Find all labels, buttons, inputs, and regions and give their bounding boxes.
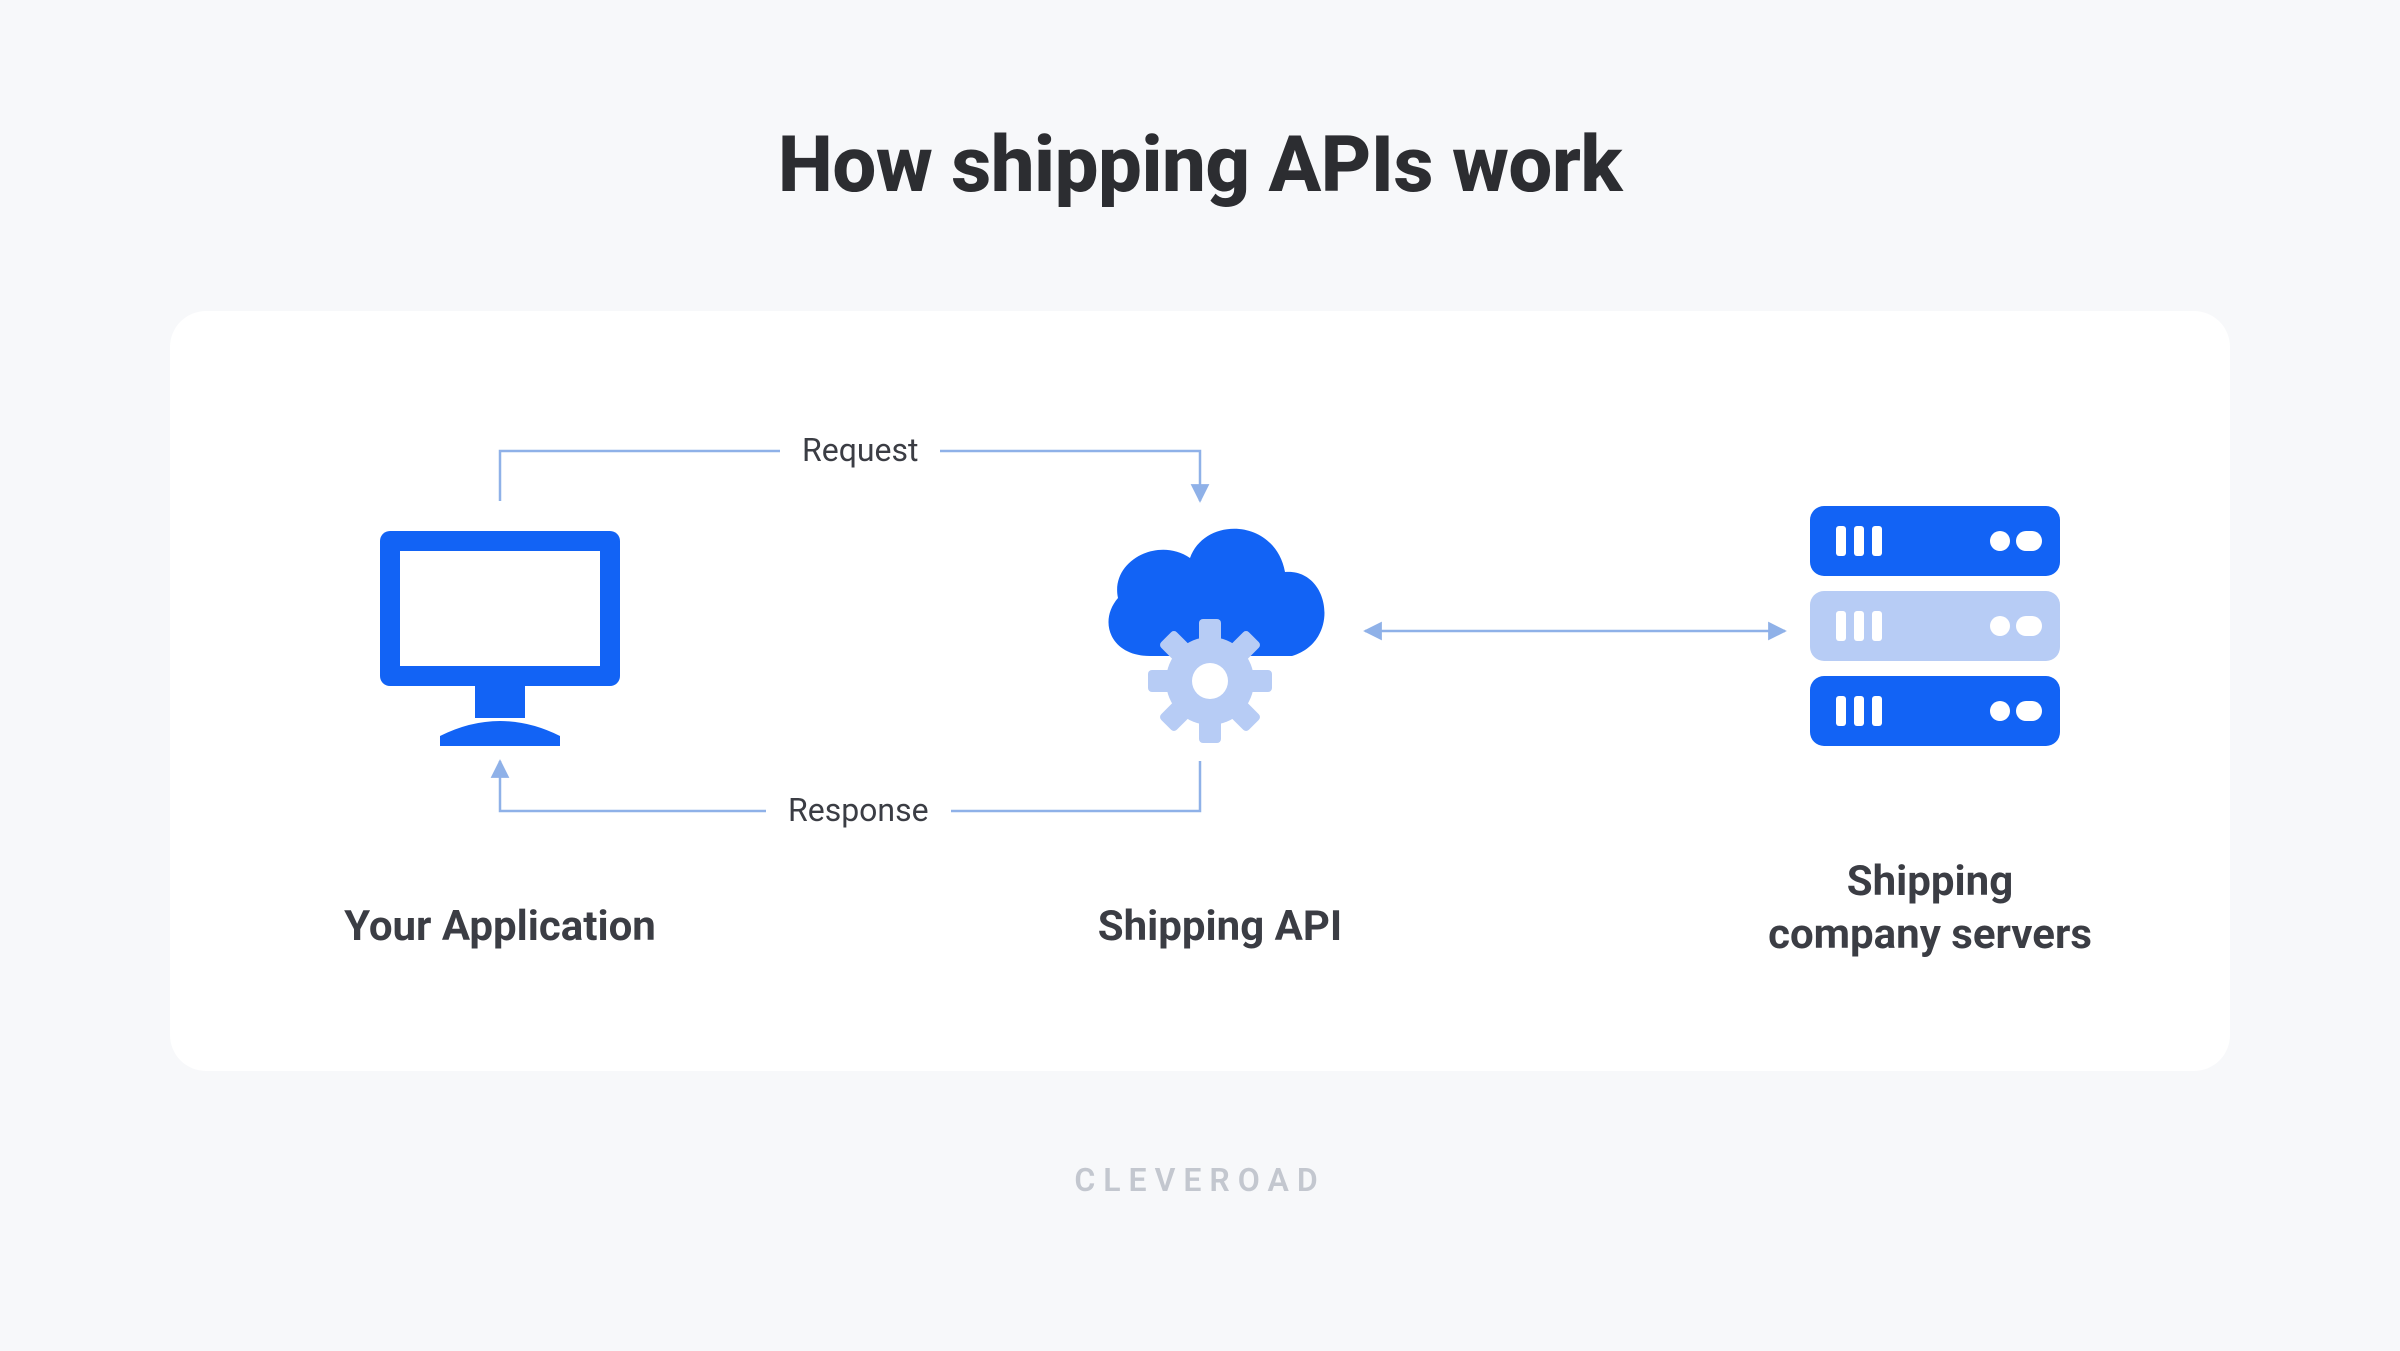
request-label: Request [780, 431, 940, 469]
brand-footer: CLEVEROAD [1074, 1161, 1325, 1199]
diagram-title: How shipping APIs work [778, 120, 1622, 211]
shipping-api-label: Shipping API [1070, 901, 1370, 954]
your-application-label: Your Application [330, 901, 670, 954]
shipping-servers-label: Shipping company servers [1710, 856, 2150, 961]
response-label: Response [766, 791, 951, 829]
diagram-card: Request Response Your Application Shippi… [170, 311, 2230, 1071]
